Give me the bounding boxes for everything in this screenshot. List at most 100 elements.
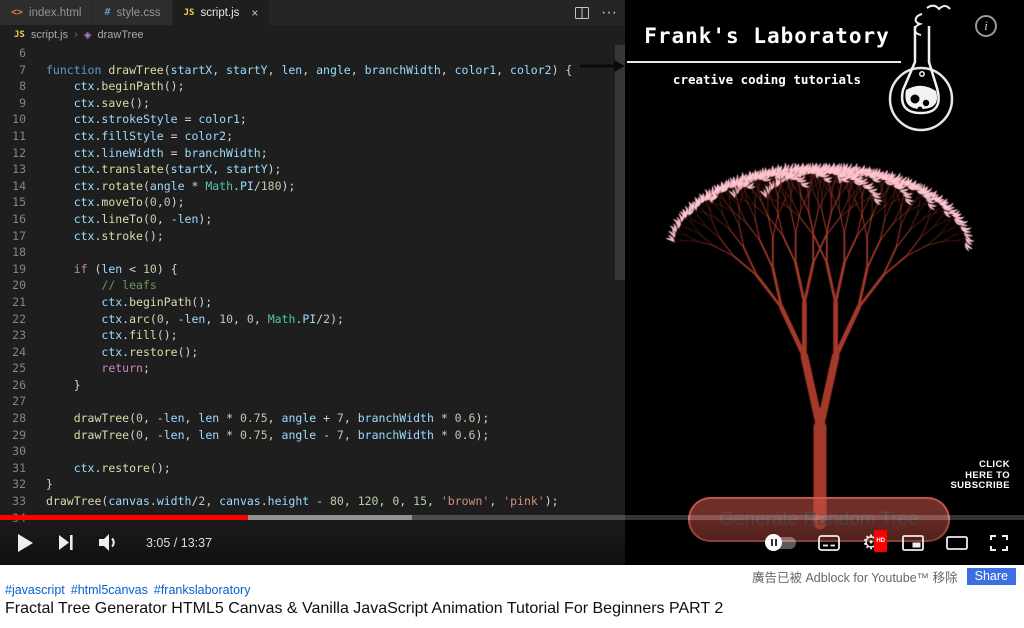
tab-style-css[interactable]: # style.css <box>93 0 173 25</box>
code-line[interactable]: 11 ctx.fillStyle = color2; <box>0 128 625 145</box>
line-content: function drawTree(startX, startY, len, a… <box>46 62 573 77</box>
css-file-icon: # <box>104 7 111 18</box>
player-controls: 3:05 / 13:37 ⚙ HD <box>0 520 1024 565</box>
adblock-row: 廣告已被 Adblock for Youtube™ 移除 Share <box>752 567 1016 586</box>
code-line[interactable]: 22 ctx.arc(0, -len, 10, 0, Math.PI/2); <box>0 311 625 328</box>
line-content: ctx.restore(); <box>73 460 171 475</box>
line-number: 20 <box>12 278 26 293</box>
hashtag-javascript[interactable]: #javascript <box>5 583 65 597</box>
tab-label: style.css <box>116 6 161 19</box>
breadcrumb: JS script.js › ◈ drawTree <box>0 25 625 45</box>
miniplayer-button[interactable] <box>902 534 924 551</box>
code-line[interactable]: 17 ctx.stroke(); <box>0 228 625 245</box>
line-content: ctx.moveTo(0,0); <box>73 195 185 210</box>
code-line[interactable]: 18 <box>0 244 625 261</box>
code-line[interactable]: 30 <box>0 443 625 460</box>
code-line[interactable]: 32} <box>0 476 625 493</box>
close-tab-icon[interactable]: × <box>251 6 258 20</box>
line-content: ctx.stroke(); <box>73 228 164 243</box>
line-number: 26 <box>12 377 26 392</box>
line-content: ctx.lineTo(0, -len); <box>73 211 213 226</box>
controls-left: 3:05 / 13:37 <box>0 533 212 552</box>
line-content: drawTree(canvas.width/2, canvas.height -… <box>46 494 559 509</box>
code-line[interactable]: 24 ctx.restore(); <box>0 344 625 361</box>
line-number: 7 <box>19 62 26 77</box>
line-content: } <box>46 377 81 392</box>
code-line[interactable]: 8 ctx.beginPath(); <box>0 78 625 95</box>
code-line[interactable]: 14 ctx.rotate(angle * Math.PI/180); <box>0 178 625 195</box>
hashtag-frankslaboratory[interactable]: #frankslaboratory <box>154 583 251 597</box>
line-number: 10 <box>12 112 26 127</box>
code-line[interactable]: 26 } <box>0 377 625 394</box>
play-button[interactable] <box>18 533 33 552</box>
controls-right: ⚙ HD <box>765 529 1024 553</box>
annotation-arrow <box>580 60 625 72</box>
line-content: ctx.arc(0, -len, 10, 0, Math.PI/2); <box>101 311 344 326</box>
split-editor-icon[interactable] <box>575 6 590 19</box>
line-content: ctx.fillStyle = color2; <box>73 128 233 143</box>
code-line[interactable]: 13 ctx.translate(startX, startY); <box>0 161 625 178</box>
hashtag-links: #javascript #html5canvas #frankslaborato… <box>5 583 250 597</box>
line-number: 25 <box>12 361 26 376</box>
subscribe-callout: CLICK HERE TO SUBSCRIBE <box>950 459 1010 492</box>
js-file-icon: JS <box>14 30 25 40</box>
code-line[interactable]: 9 ctx.save(); <box>0 95 625 112</box>
code-line[interactable]: 33 drawTree(canvas.width/2, canvas.height… <box>0 493 625 510</box>
code-line[interactable]: 21 ctx.beginPath(); <box>0 294 625 311</box>
tab-label: script.js <box>200 6 240 19</box>
code-line[interactable]: 20 // leafs <box>0 277 625 294</box>
info-glyph: i <box>984 18 988 33</box>
more-actions-icon[interactable]: ··· <box>601 4 617 22</box>
code-line[interactable]: 6 <box>0 45 625 62</box>
code-line[interactable]: 16 ctx.lineTo(0, -len); <box>0 211 625 228</box>
editor-scrollbar[interactable] <box>615 45 625 280</box>
tab-index-html[interactable]: <> index.html <box>0 0 94 25</box>
code-line[interactable]: 25 return; <box>0 360 625 377</box>
code-line[interactable]: 7 function drawTree(startX, startY, len, … <box>0 62 625 79</box>
hashtag-html5canvas[interactable]: #html5canvas <box>71 583 148 597</box>
line-number: 14 <box>12 178 26 193</box>
tab-label: index.html <box>29 6 82 19</box>
code-line[interactable]: 15 ctx.moveTo(0,0); <box>0 194 625 211</box>
flask-logo-icon <box>888 4 954 132</box>
code-line[interactable]: 31 ctx.restore(); <box>0 460 625 477</box>
volume-button[interactable] <box>99 534 120 551</box>
line-content: ctx.save(); <box>73 95 150 110</box>
line-number: 18 <box>12 245 26 260</box>
fullscreen-button[interactable] <box>990 534 1008 551</box>
next-button[interactable] <box>59 535 73 550</box>
code-line[interactable]: 28 drawTree(0, -len, len * 0.75, angle +… <box>0 410 625 427</box>
line-content: ctx.beginPath(); <box>73 79 185 94</box>
line-number: 15 <box>12 195 26 210</box>
tab-script-js[interactable]: JS script.js × <box>172 0 271 25</box>
theater-mode-button[interactable] <box>946 535 968 550</box>
share-button[interactable]: Share <box>966 568 1016 585</box>
autoplay-toggle[interactable] <box>765 533 797 551</box>
code-line[interactable]: 12 ctx.lineWidth = branchWidth; <box>0 145 625 162</box>
settings-button[interactable]: ⚙ HD <box>862 529 887 553</box>
code-line[interactable]: 29 drawTree(0, -len, len * 0.75, angle -… <box>0 427 625 444</box>
video-player[interactable]: <> index.html # style.css JS script.js × <box>0 0 1024 565</box>
code-line[interactable]: 27 <box>0 393 625 410</box>
code-line[interactable]: 23 ctx.fill(); <box>0 327 625 344</box>
line-content: if (len < 10) { <box>73 261 178 276</box>
breadcrumb-file[interactable]: script.js <box>31 29 68 41</box>
line-content: } <box>46 477 53 492</box>
below-video-strip: 廣告已被 Adblock for Youtube™ 移除 Share #java… <box>0 565 1024 628</box>
breadcrumb-symbol[interactable]: drawTree <box>98 29 144 41</box>
info-icon[interactable]: i <box>975 15 997 37</box>
canvas-output-panel: Frank's Laboratory creative coding tutor… <box>625 0 1024 565</box>
line-content: ctx.translate(startX, startY); <box>73 162 282 177</box>
line-number: 23 <box>12 328 26 343</box>
video-title: Fractal Tree Generator HTML5 Canvas & Va… <box>5 600 724 617</box>
line-number: 28 <box>12 411 26 426</box>
line-content: ctx.lineWidth = branchWidth; <box>73 145 268 160</box>
line-number: 21 <box>12 294 26 309</box>
subtitles-button[interactable] <box>818 534 840 551</box>
method-symbol-icon: ◈ <box>83 29 92 41</box>
code-editor[interactable]: 6 7 function drawTree(startX, startY, len,… <box>0 45 625 565</box>
code-line[interactable]: 10 ctx.strokeStyle = color1; <box>0 111 625 128</box>
line-content: ctx.beginPath(); <box>101 294 213 309</box>
line-content: // leafs <box>101 278 157 293</box>
code-line[interactable]: 19 if (len < 10) { <box>0 261 625 278</box>
